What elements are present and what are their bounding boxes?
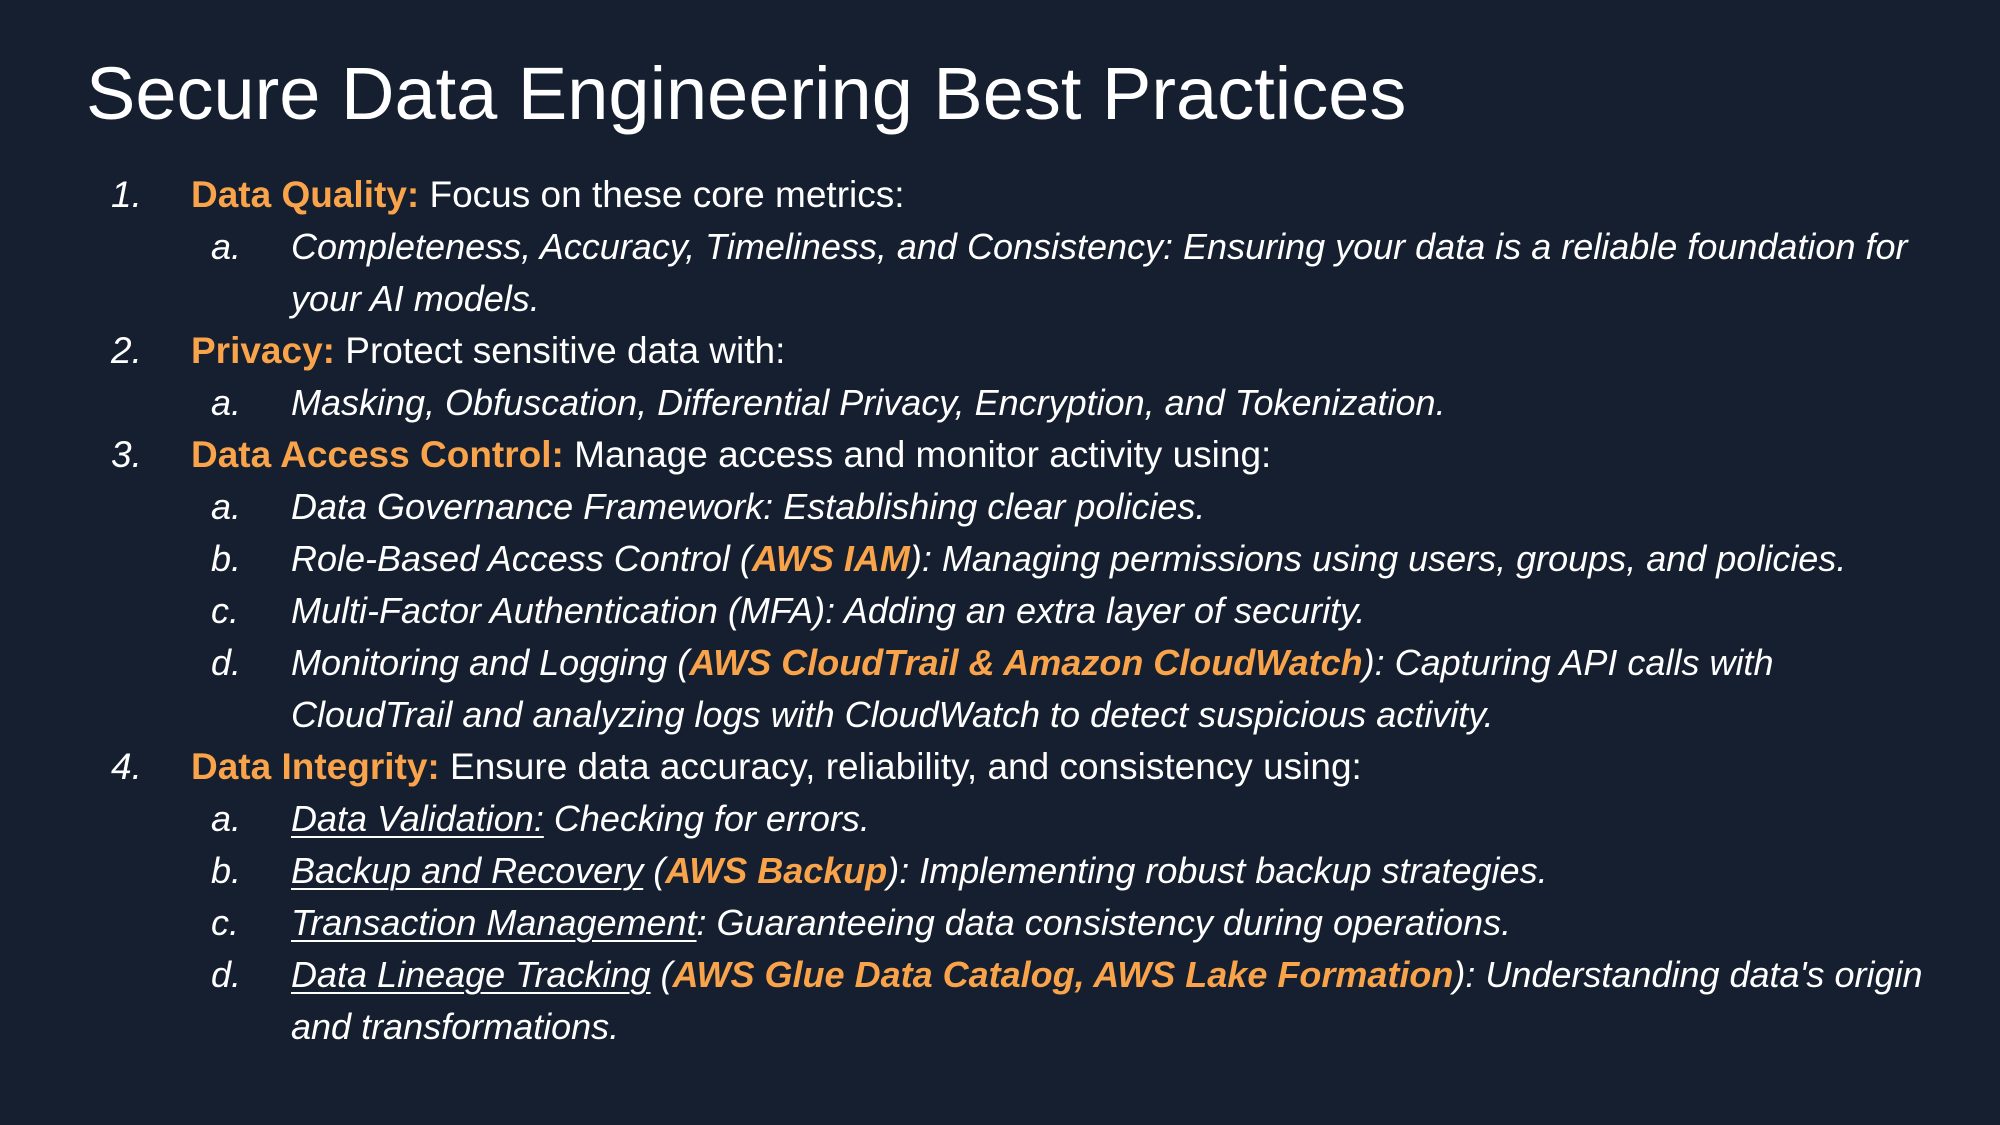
underlined-term: Data Lineage Tracking [291,953,651,995]
sub-text: Role-Based Access Control ( [291,537,752,579]
slide: Secure Data Engineering Best Practices 1… [0,0,2000,1125]
service-highlight: AWS Glue Data Catalog, AWS Lake Formatio… [672,953,1454,995]
sub-letter: d. [211,953,242,995]
sublist-item: c. Multi-Factor Authentication (MFA): Ad… [191,585,1940,637]
sub-letter: b. [211,849,242,891]
sub-text: ( [643,849,666,891]
underlined-term: Transaction Management [291,901,697,943]
service-highlight: AWS Backup [665,849,888,891]
sub-text: Multi-Factor Authentication (MFA): Addin… [291,589,1366,631]
sub-text: ): Implementing robust backup strategies… [887,849,1548,891]
sub-letter: a. [211,381,242,423]
sublist: a. Completeness, Accuracy, Timeliness, a… [191,221,1940,325]
item-text: Manage access and monitor activity using… [563,433,1272,475]
sublist-item: d. Monitoring and Logging (AWS CloudTrai… [191,637,1940,741]
sub-letter: a. [211,225,242,267]
sub-letter: d. [211,641,242,683]
item-text: Focus on these core metrics: [419,173,905,215]
sub-letter: c. [211,901,240,943]
list-item-privacy: 2. Privacy: Protect sensitive data with:… [86,325,1940,429]
sub-text: Masking, Obfuscation, Differential Priva… [291,381,1446,423]
item-heading: Data Integrity: [191,745,440,787]
sub-letter: b. [211,537,242,579]
sub-text: Checking for errors. [543,797,870,839]
item-heading: Privacy: [191,329,335,371]
sub-text: Data Governance Framework: Establishing … [291,485,1206,527]
item-number: 2. [111,329,142,371]
practices-list: 1. Data Quality: Focus on these core met… [86,169,1940,1053]
item-number: 1. [111,173,142,215]
item-heading: Data Quality: [191,173,420,215]
sublist: a. Data Governance Framework: Establishi… [191,481,1940,741]
item-number: 4. [111,745,142,787]
sublist-item: b. Role-Based Access Control (AWS IAM): … [191,533,1940,585]
service-highlight: AWS IAM [751,537,910,579]
item-number: 3. [111,433,142,475]
slide-title: Secure Data Engineering Best Practices [86,52,1407,135]
sublist: a. Data Validation: Checking for errors.… [191,793,1940,1053]
sub-text: ): Managing permissions using users, gro… [909,537,1847,579]
sub-letter: a. [211,485,242,527]
list-item-data-integrity: 4. Data Integrity: Ensure data accuracy,… [86,741,1940,1053]
sub-letter: c. [211,589,240,631]
sublist-item: a. Data Validation: Checking for errors. [191,793,1940,845]
item-text: Ensure data accuracy, reliability, and c… [439,745,1362,787]
sublist-item: b. Backup and Recovery (AWS Backup): Imp… [191,845,1940,897]
list-item-data-quality: 1. Data Quality: Focus on these core met… [86,169,1940,325]
sublist-item: d. Data Lineage Tracking (AWS Glue Data … [191,949,1940,1053]
sublist: a. Masking, Obfuscation, Differential Pr… [191,377,1940,429]
sublist-item: a. Completeness, Accuracy, Timeliness, a… [191,221,1940,325]
item-heading: Data Access Control: [191,433,564,475]
sub-text: ( [650,953,673,995]
underlined-term: Data Validation: [291,797,544,839]
sub-letter: a. [211,797,242,839]
list-item-data-access-control: 3. Data Access Control: Manage access an… [86,429,1940,741]
sub-text: Completeness, Accuracy, Timeliness, and … [291,225,1908,319]
sublist-item: c. Transaction Management: Guaranteeing … [191,897,1940,949]
service-highlight: AWS CloudTrail & Amazon CloudWatch [689,641,1363,683]
item-text: Protect sensitive data with: [335,329,786,371]
sub-text: Monitoring and Logging ( [291,641,690,683]
sub-text: : Guaranteeing data consistency during o… [696,901,1512,943]
sublist-item: a. Data Governance Framework: Establishi… [191,481,1940,533]
sublist-item: a. Masking, Obfuscation, Differential Pr… [191,377,1940,429]
underlined-term: Backup and Recovery [291,849,644,891]
